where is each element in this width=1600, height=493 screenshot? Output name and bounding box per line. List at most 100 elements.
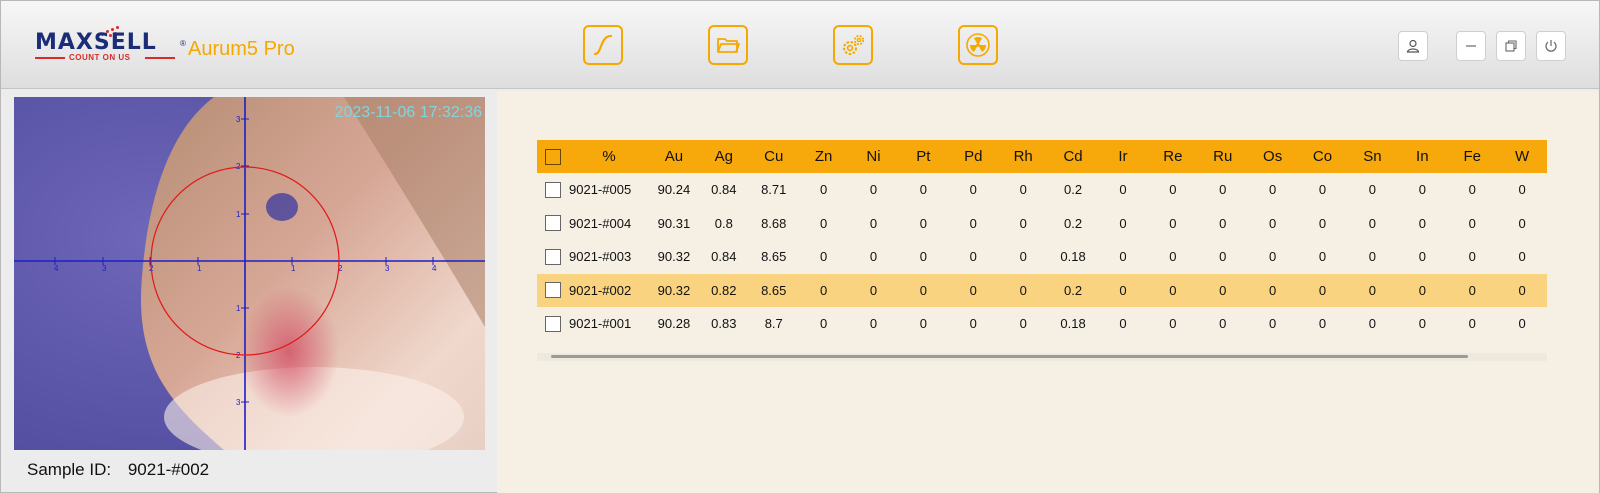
row-checkbox[interactable]: [545, 282, 561, 299]
column-header-au[interactable]: Au: [649, 148, 699, 165]
cell-ru: 0: [1219, 182, 1227, 198]
table-row[interactable]: 9021-#005 90.24 0.84 8.71 0 0 0 0 0 0.2 0 0 0 0 0 0 0 0 0: [537, 173, 1547, 207]
select-all-cell[interactable]: [537, 148, 569, 165]
table-row[interactable]: 9021-#003 90.32 0.84 8.65 0 0 0 0 0 0.18 0 0 0 0 0 0 0 0 0: [537, 240, 1547, 274]
column-header-ir[interactable]: Ir: [1098, 148, 1148, 165]
y-tick-label: 2: [236, 351, 241, 360]
cell-ni: 0: [869, 249, 878, 265]
cell-ag: 0.84: [711, 182, 737, 198]
column-header-cd[interactable]: Cd: [1048, 148, 1098, 165]
radiation-button[interactable]: [958, 25, 998, 65]
column-header-w[interactable]: W: [1497, 148, 1547, 165]
cell-co: 0: [1318, 249, 1327, 265]
column-header-pd[interactable]: Pd: [948, 148, 998, 165]
curve-button[interactable]: [583, 25, 623, 65]
cell-re: 0: [1169, 182, 1177, 198]
gears-icon: [843, 34, 865, 55]
cell-ru: 0: [1219, 316, 1227, 332]
cell-os: 0: [1269, 249, 1277, 265]
cell-sn: 0: [1368, 249, 1377, 265]
row-checkbox-cell[interactable]: [537, 248, 569, 265]
cell-cd: 0.2: [1064, 215, 1083, 231]
row-checkbox-cell[interactable]: [537, 315, 569, 332]
cell-pd: 0: [969, 282, 977, 298]
curve-icon: [593, 34, 613, 56]
row-checkbox[interactable]: [545, 248, 561, 265]
cell-pt: 0: [919, 249, 928, 265]
column-header-sn[interactable]: Sn: [1347, 148, 1397, 165]
cell-ru: 0: [1219, 282, 1227, 298]
cell-cu: 8.7: [764, 316, 783, 332]
cell-sn: 0: [1368, 182, 1377, 198]
minimize-icon: [1466, 45, 1476, 47]
x-tick-label: 4: [432, 264, 437, 273]
logo-underline-right: [145, 57, 175, 59]
cell-fe: 0: [1468, 282, 1476, 298]
restore-button[interactable]: [1496, 31, 1526, 61]
power-button[interactable]: [1536, 31, 1566, 61]
row-checkbox[interactable]: [545, 181, 561, 198]
column-header-fe[interactable]: Fe: [1447, 148, 1497, 165]
y-tick-label: 2: [236, 162, 241, 171]
column-header-ru[interactable]: Ru: [1198, 148, 1248, 165]
column-header-cu[interactable]: Cu: [749, 148, 799, 165]
y-tick-label: 3: [236, 398, 241, 407]
column-header-ag[interactable]: Ag: [699, 148, 749, 165]
row-checkbox-cell[interactable]: [537, 282, 569, 299]
cell-zn: 0: [820, 316, 828, 332]
x-tick-label: 4: [54, 264, 59, 273]
row-checkbox[interactable]: [545, 315, 561, 332]
camera-timestamp: 2023-11-06 17:32:36: [335, 104, 482, 121]
horizontal-scrollbar[interactable]: [537, 353, 1547, 361]
scrollbar-thumb[interactable]: [551, 355, 1468, 358]
row-sample-id: 9021-#003: [569, 249, 632, 265]
cell-co: 0: [1318, 282, 1327, 298]
column-header-ni[interactable]: Ni: [849, 148, 899, 165]
user-icon: [1406, 39, 1420, 53]
cell-zn: 0: [820, 215, 828, 231]
table-row[interactable]: 9021-#001 90.28 0.83 8.7 0 0 0 0 0 0.18 0 0 0 0 0 0 0 0 0: [537, 307, 1547, 341]
cell-ag: 0.83: [711, 316, 737, 332]
cell-w: 0: [1518, 282, 1526, 298]
y-tick-label: 1: [236, 210, 241, 219]
cell-ir: 0: [1119, 282, 1127, 298]
folder-button[interactable]: [708, 25, 748, 65]
row-checkbox-cell[interactable]: [537, 215, 569, 232]
cell-w: 0: [1518, 182, 1526, 198]
column-header-re[interactable]: Re: [1148, 148, 1198, 165]
cell-pd: 0: [969, 182, 977, 198]
settings-button[interactable]: [833, 25, 873, 65]
column-header-rh[interactable]: Rh: [998, 148, 1048, 165]
x-tick-label: 3: [385, 264, 390, 273]
row-checkbox-cell[interactable]: [537, 181, 569, 198]
cell-sn: 0: [1368, 282, 1377, 298]
minimize-button[interactable]: [1456, 31, 1486, 61]
sample-id-label: Sample ID:: [27, 460, 112, 479]
cell-sn: 0: [1368, 316, 1377, 332]
column-header-id[interactable]: %: [569, 148, 649, 165]
row-sample-id: 9021-#005: [569, 182, 632, 198]
restore-icon: [1505, 40, 1517, 52]
cell-au: 90.31: [657, 215, 691, 231]
cell-cu: 8.68: [761, 215, 787, 231]
select-all-checkbox[interactable]: [545, 148, 561, 165]
column-header-os[interactable]: Os: [1248, 148, 1298, 165]
cell-au: 90.24: [657, 182, 691, 198]
column-header-in[interactable]: In: [1397, 148, 1447, 165]
column-header-zn[interactable]: Zn: [799, 148, 849, 165]
column-header-pt[interactable]: Pt: [898, 148, 948, 165]
cell-au: 90.28: [657, 316, 691, 332]
camera-view[interactable]: 4 3 2 1 1 2 3 4 3 2 1 1 2 3 2023-11-06 1…: [14, 97, 485, 450]
table-row[interactable]: 9021-#002 90.32 0.82 8.65 0 0 0 0 0 0.2 0 0 0 0 0 0 0 0 0: [537, 273, 1547, 307]
results-table: % Au Ag Cu Zn Ni Pt Pd Rh Cd Ir Re Ru Os Co Sn In Fe W 902…: [537, 140, 1547, 341]
cell-re: 0: [1169, 316, 1177, 332]
cell-cd: 0.2: [1064, 282, 1083, 298]
cell-in: 0: [1418, 316, 1426, 332]
cell-os: 0: [1269, 182, 1277, 198]
logo-text: MAXSELL: [35, 30, 157, 55]
table-row[interactable]: 9021-#004 90.31 0.8 8.68 0 0 0 0 0 0.2 0 0 0 0 0 0 0 0 0: [537, 207, 1547, 241]
row-checkbox[interactable]: [545, 215, 561, 232]
user-button[interactable]: [1398, 31, 1428, 61]
column-header-co[interactable]: Co: [1298, 148, 1348, 165]
cell-ni: 0: [869, 182, 878, 198]
